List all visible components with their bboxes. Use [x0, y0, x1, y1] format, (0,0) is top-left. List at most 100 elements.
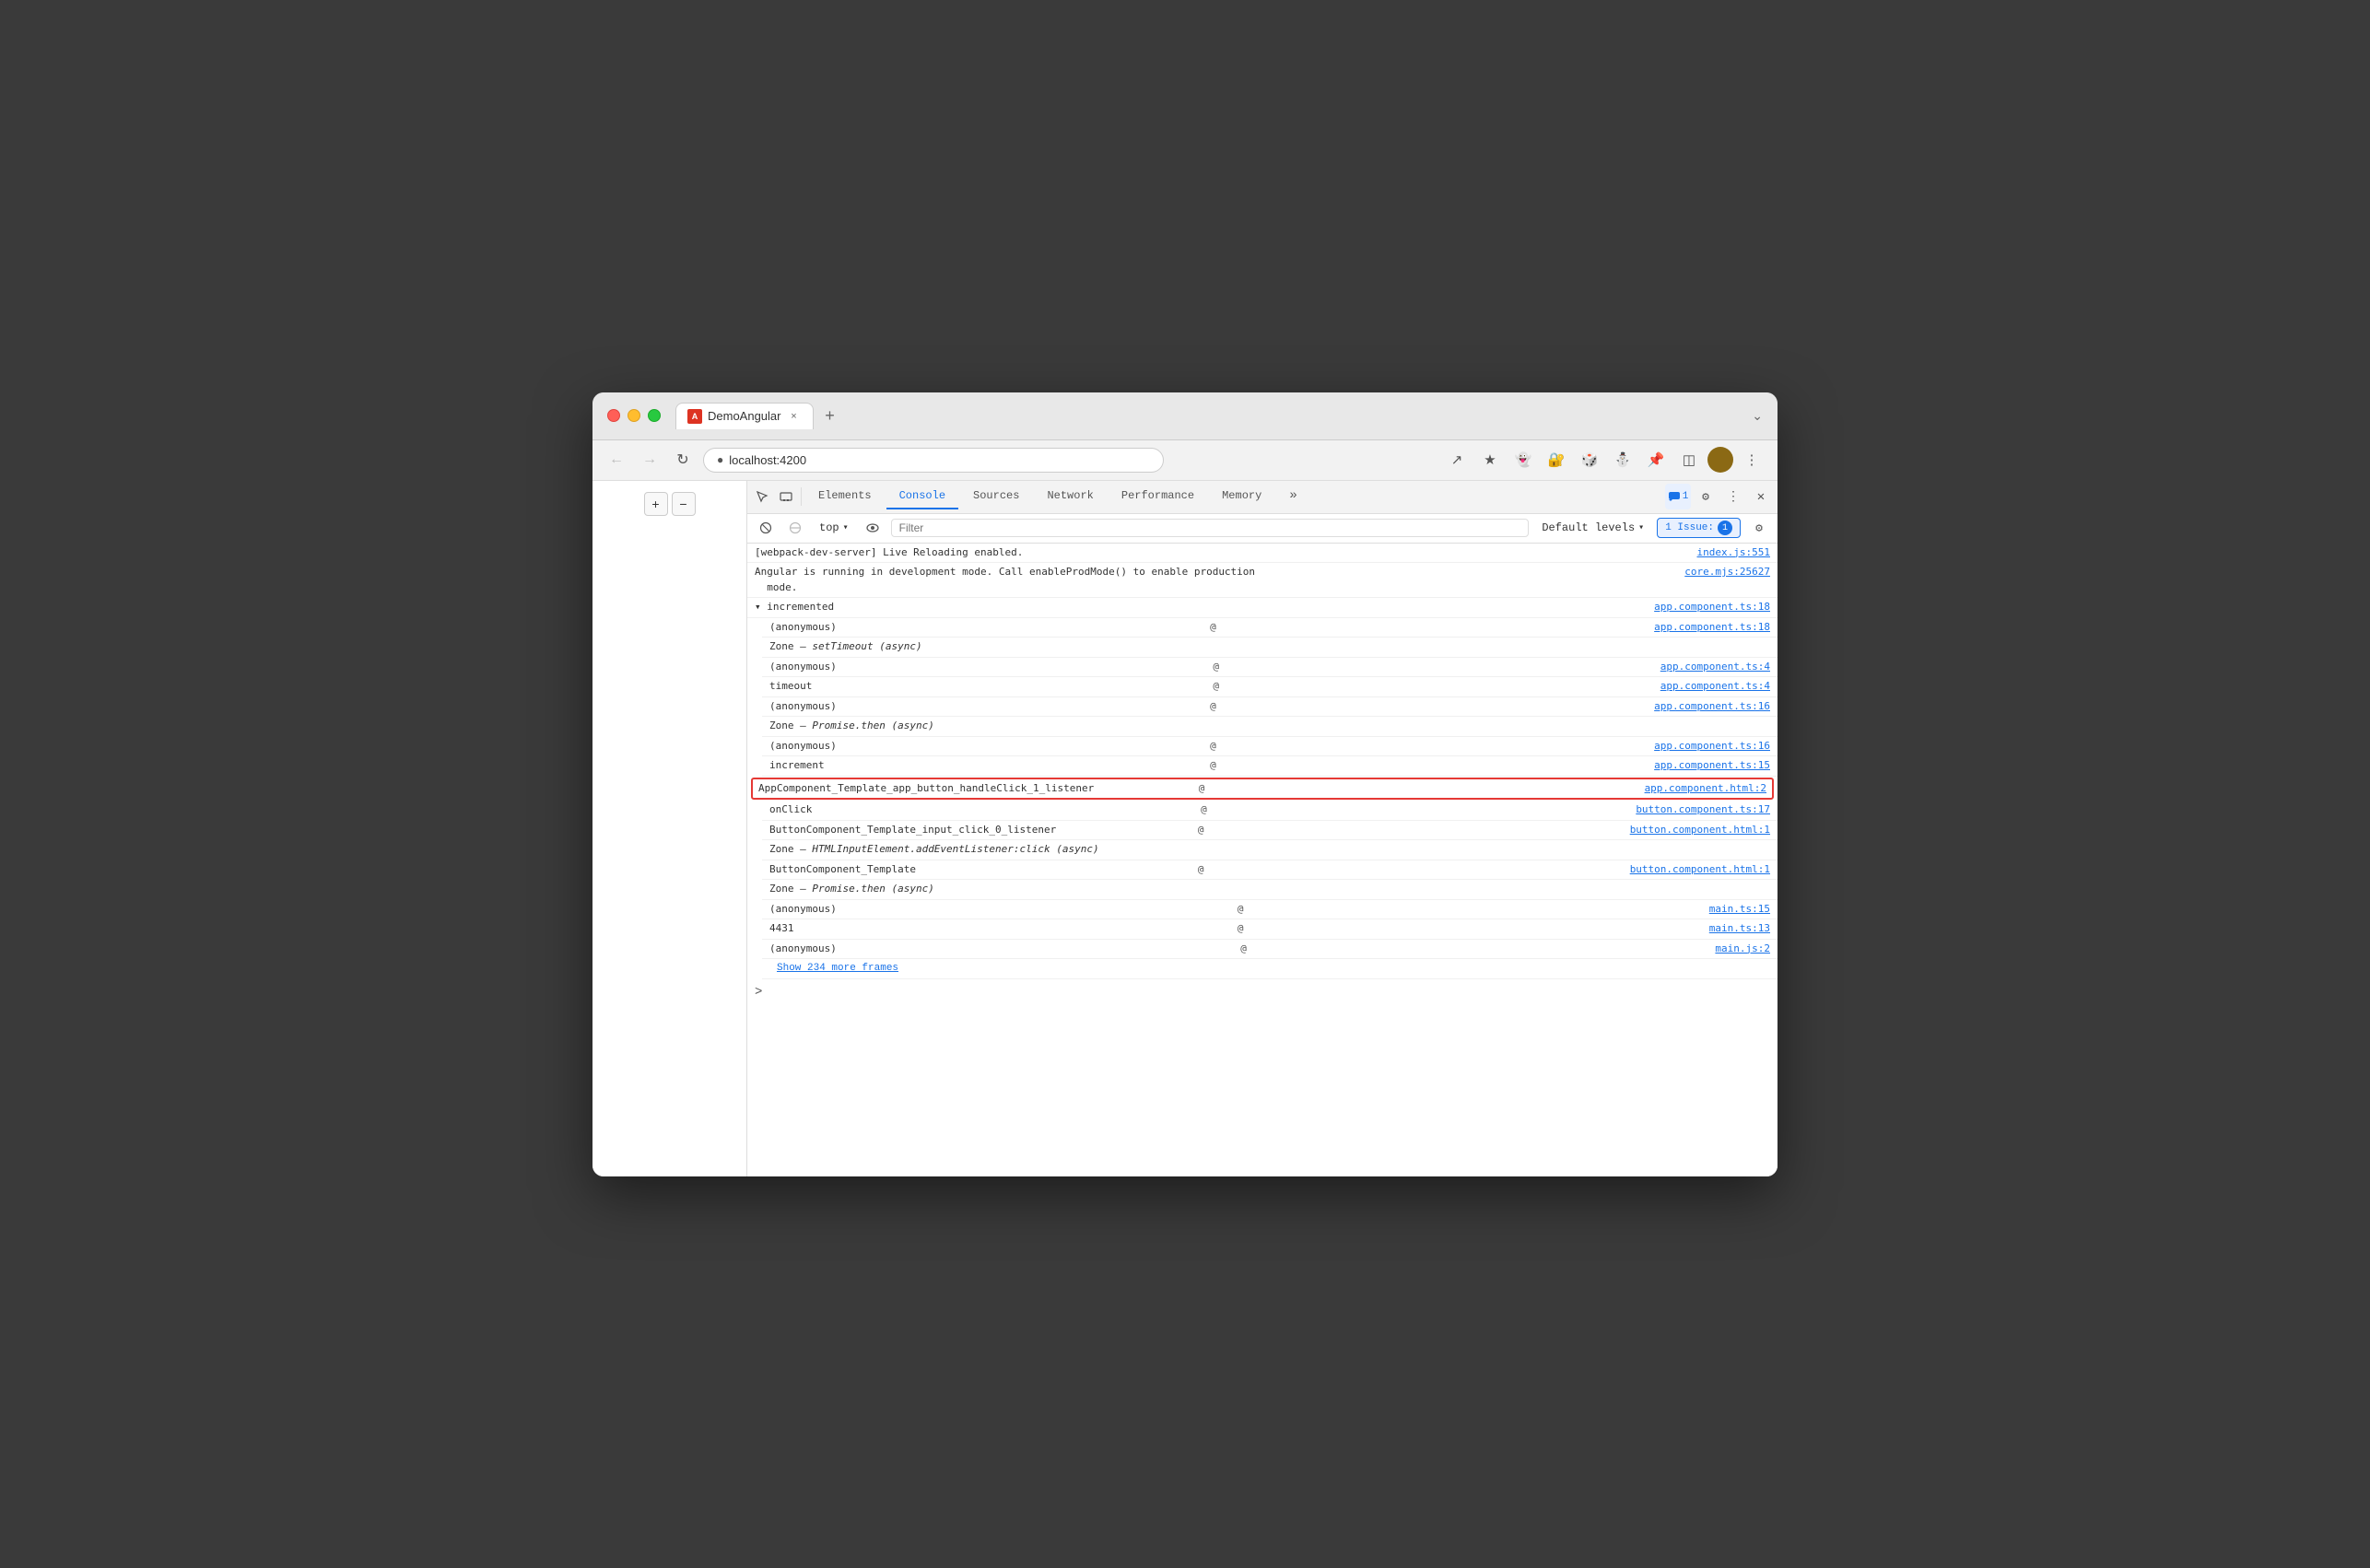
tab-memory[interactable]: Memory: [1209, 484, 1274, 509]
console-log-18: (anonymous) @ main.ts:15: [762, 900, 1778, 920]
share-button[interactable]: ↗: [1442, 445, 1472, 474]
minimize-window-button[interactable]: [628, 409, 640, 422]
clear-console-button[interactable]: [755, 517, 777, 539]
url-text: localhost:4200: [729, 453, 806, 467]
console-log-6: (anonymous) @ app.component.ts:4: [762, 658, 1778, 678]
console-log-13-link[interactable]: button.component.ts:17: [1636, 802, 1770, 818]
pin-icon[interactable]: 📌: [1641, 445, 1671, 474]
console-log-12-link[interactable]: app.component.html:2: [1645, 781, 1766, 797]
console-log-16: ButtonComponent_Template @ button.compon…: [762, 860, 1778, 881]
log-levels-selector[interactable]: Default levels ▾: [1536, 520, 1649, 536]
console-log-4: (anonymous) @ app.component.ts:18: [762, 618, 1778, 638]
devtools-close-button[interactable]: ✕: [1748, 484, 1774, 509]
security-lock-icon: ●: [717, 453, 723, 466]
main-content: + − El: [592, 481, 1778, 1176]
show-more-frames-link[interactable]: Show 234 more frames: [777, 961, 898, 977]
bookmark-button[interactable]: ★: [1475, 445, 1505, 474]
close-window-button[interactable]: [607, 409, 620, 422]
browser-tab-demoangular[interactable]: A DemoAngular ×: [675, 403, 814, 429]
console-log-7-link[interactable]: app.component.ts:4: [1660, 679, 1770, 695]
device-toggle-button[interactable]: [775, 486, 797, 508]
zoom-out-button[interactable]: −: [672, 492, 696, 516]
log-levels-label: Default levels: [1542, 521, 1635, 534]
back-button[interactable]: ←: [604, 447, 629, 473]
log-levels-chevron-icon: ▾: [1638, 522, 1644, 533]
console-log-19: 4431 @ main.ts:13: [762, 919, 1778, 940]
console-log-5: Zone — setTimeout (async): [762, 638, 1778, 658]
tab-close-button[interactable]: ×: [787, 409, 802, 424]
tab-console[interactable]: Console: [886, 484, 958, 509]
extension-icon-3[interactable]: 🎲: [1575, 445, 1604, 474]
console-log-3-link[interactable]: app.component.ts:18: [1654, 600, 1770, 615]
console-log-16-link[interactable]: button.component.html:1: [1630, 862, 1770, 878]
console-log-1-link[interactable]: index.js:551: [1697, 545, 1770, 561]
console-prompt-arrow-icon: >: [755, 983, 762, 1002]
console-log-2-link[interactable]: core.mjs:25627: [1684, 565, 1770, 580]
tab-network[interactable]: Network: [1034, 484, 1106, 509]
zoom-in-button[interactable]: +: [644, 492, 668, 516]
reload-button[interactable]: ↻: [670, 447, 696, 473]
address-field[interactable]: ● localhost:4200: [703, 448, 1164, 473]
live-expressions-button[interactable]: [862, 517, 884, 539]
inspect-element-button[interactable]: [751, 486, 773, 508]
console-log-1-text: [webpack-dev-server] Live Reloading enab…: [755, 545, 1690, 561]
console-log-17-text: Zone — Promise.then (async): [769, 882, 1770, 897]
extensions-button[interactable]: ⛄: [1608, 445, 1637, 474]
user-avatar[interactable]: [1707, 447, 1733, 473]
console-log-12-text: AppComponent_Template_app_button_handleC…: [758, 781, 1197, 797]
tab-title: DemoAngular: [708, 409, 781, 423]
console-log-17: Zone — Promise.then (async): [762, 880, 1778, 900]
console-log-1: [webpack-dev-server] Live Reloading enab…: [747, 544, 1778, 564]
context-label: top: [819, 521, 839, 534]
maximize-window-button[interactable]: [648, 409, 661, 422]
page-size-controls: + −: [644, 492, 696, 516]
console-log-20-link[interactable]: main.js:2: [1715, 942, 1770, 957]
toolbar-divider: [801, 487, 802, 506]
console-output: [webpack-dev-server] Live Reloading enab…: [747, 544, 1778, 1176]
more-tabs-button[interactable]: »: [1276, 483, 1309, 510]
console-log-20: (anonymous) @ main.js:2: [762, 940, 1778, 960]
console-log-10: (anonymous) @ app.component.ts:16: [762, 737, 1778, 757]
sidebar-toggle[interactable]: ◫: [1674, 445, 1704, 474]
issues-settings-button[interactable]: ⚙: [1748, 517, 1770, 539]
console-log-8-link[interactable]: app.component.ts:16: [1654, 699, 1770, 715]
extension-icon-1[interactable]: 👻: [1508, 445, 1538, 474]
address-bar: ← → ↻ ● localhost:4200 ↗ ★ 👻 🔐 🎲 ⛄ 📌 ◫ ⋮: [592, 440, 1778, 481]
context-selector[interactable]: top ▾: [814, 520, 854, 536]
chat-icon[interactable]: 1: [1665, 484, 1691, 509]
title-bar-right: ⌄: [1752, 408, 1763, 424]
disable-log-button[interactable]: [784, 517, 806, 539]
console-log-8-text: (anonymous): [769, 699, 1206, 715]
settings-button[interactable]: ⚙: [1693, 484, 1719, 509]
window-collapse-icon[interactable]: ⌄: [1752, 408, 1763, 424]
console-filter-input[interactable]: [891, 519, 1530, 537]
console-log-13: onClick @ button.component.ts:17: [762, 801, 1778, 821]
tab-sources[interactable]: Sources: [960, 484, 1032, 509]
console-log-19-link[interactable]: main.ts:13: [1709, 921, 1770, 937]
context-chevron-icon: ▾: [843, 522, 849, 533]
console-log-3-text: ▾ incremented: [755, 600, 1647, 615]
issues-count: 1: [1718, 521, 1732, 535]
page-content: + −: [592, 481, 747, 1176]
devtools-toolbar: Elements Console Sources Network Perform…: [747, 481, 1778, 514]
console-log-4-link[interactable]: app.component.ts:18: [1654, 620, 1770, 636]
console-log-6-link[interactable]: app.component.ts:4: [1660, 660, 1770, 675]
console-log-14-link[interactable]: button.component.html:1: [1630, 823, 1770, 838]
console-log-18-link[interactable]: main.ts:15: [1709, 902, 1770, 918]
devtools-panel: Elements Console Sources Network Perform…: [747, 481, 1778, 1176]
forward-button[interactable]: →: [637, 447, 663, 473]
more-options-button[interactable]: ⋮: [1720, 484, 1746, 509]
console-log-11-text: increment: [769, 758, 1206, 774]
console-log-11-link[interactable]: app.component.ts:15: [1654, 758, 1770, 774]
console-log-9: Zone — Promise.then (async): [762, 717, 1778, 737]
console-log-7: timeout @ app.component.ts:4: [762, 677, 1778, 697]
console-log-3: ▾ incremented app.component.ts:18: [747, 598, 1778, 618]
tab-performance[interactable]: Performance: [1109, 484, 1207, 509]
tab-elements[interactable]: Elements: [805, 484, 885, 509]
menu-button[interactable]: ⋮: [1737, 445, 1766, 474]
console-log-5-text: Zone — setTimeout (async): [769, 639, 1770, 655]
issues-badge[interactable]: 1 Issue: 1: [1657, 518, 1741, 538]
new-tab-button[interactable]: +: [817, 403, 843, 428]
console-log-10-link[interactable]: app.component.ts:16: [1654, 739, 1770, 755]
extension-icon-2[interactable]: 🔐: [1542, 445, 1571, 474]
